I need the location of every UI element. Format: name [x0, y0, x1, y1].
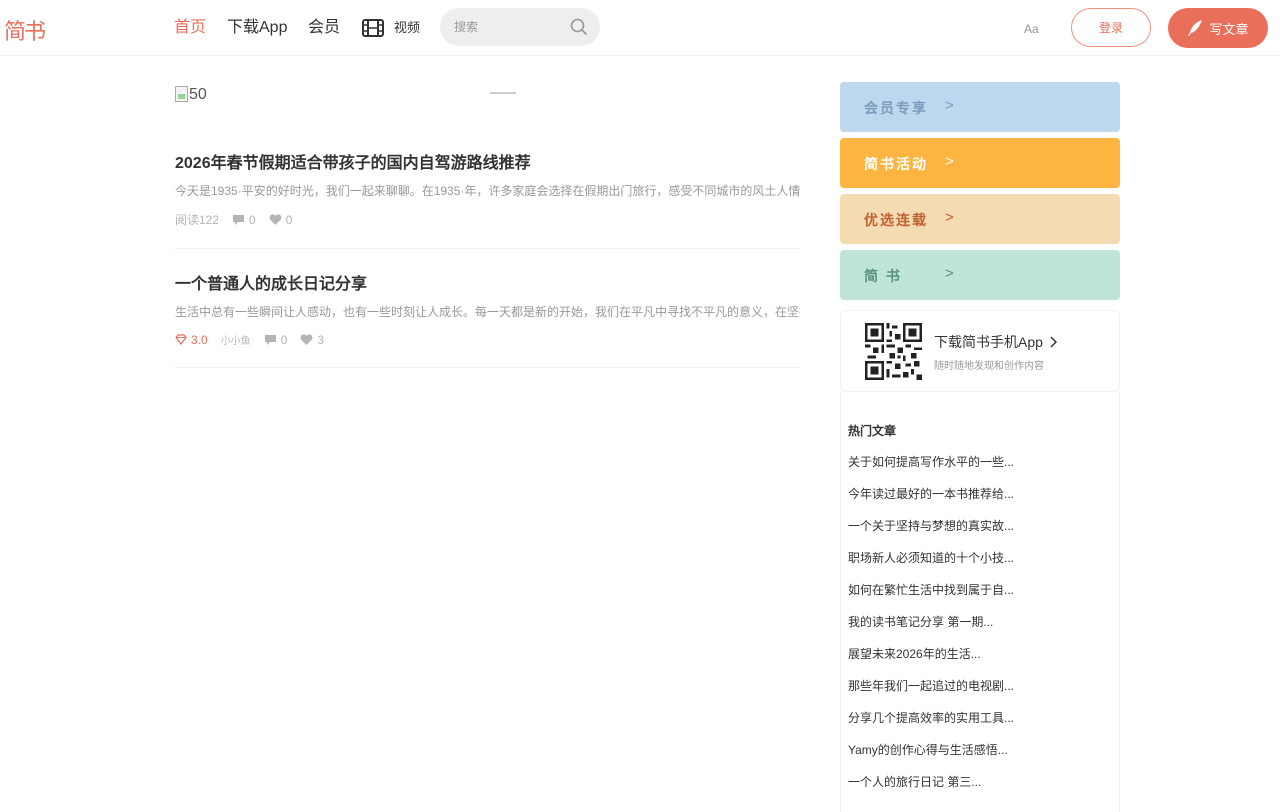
banner-image[interactable]: 50 [175, 86, 207, 104]
hot-article-item[interactable]: 分享几个提高效率的实用工具... [848, 710, 1112, 742]
sidebar-board-link[interactable]: 会员专享 > [840, 82, 1120, 132]
download-app-card[interactable]: 下载简书手机App 随时随地发现和创作内容 [840, 310, 1120, 392]
sidebar-board-link[interactable]: 简书活动 > [840, 138, 1120, 188]
hot-articles-title: 热门文章 [848, 424, 897, 438]
article-title[interactable]: 一个普通人的成长日记分享 [175, 275, 800, 295]
comment-count-value: 0 [280, 332, 288, 347]
broken-image-icon [175, 86, 188, 102]
nav-video[interactable]: 视频 [362, 18, 420, 38]
search-icon[interactable] [570, 18, 588, 36]
hot-article-item[interactable]: 一个关于坚持与梦想的真实故... [848, 518, 1112, 550]
sidebar-board-link[interactable]: 简 书 > [840, 250, 1120, 300]
comment-count[interactable]: 0 [232, 213, 256, 227]
film-icon [362, 19, 384, 37]
board-label: 简书活动 [864, 156, 928, 172]
chevron-right-icon [1050, 336, 1057, 348]
carousel-indicator[interactable] [490, 92, 516, 94]
hot-article-item[interactable]: 关于如何提高写作水平的一些... [848, 454, 1112, 486]
board-arrow-icon: > [945, 265, 954, 282]
write-article-label: 写文章 [1209, 21, 1249, 37]
board-label: 优选连载 [864, 212, 928, 228]
article-feed: 50 2026年春节假期适合带孩子的国内自驾游路线推荐 今天是1935·平安的好… [175, 82, 800, 368]
like-count: 3 [300, 333, 324, 347]
comment-count[interactable]: 0 [264, 332, 288, 347]
banner: 50 [175, 82, 800, 144]
top-navbar: 简书 首页 下载App 会员 视频 Aa 登录 写文章 [0, 0, 1280, 56]
hot-article-item[interactable]: 职场新人必须知道的十个小技... [848, 550, 1112, 582]
font-toggle[interactable]: Aa [1024, 22, 1039, 36]
nav-member[interactable]: 会员 [308, 18, 340, 38]
heart-icon [300, 333, 313, 345]
article-abstract: 生活中总有一些瞬间让人感动，也有一些时刻让人成长。每一天都是新的开始，我们在平凡… [175, 305, 800, 319]
app-download-title: 下载简书手机App [934, 332, 1057, 352]
hot-article-item[interactable]: 如何在繁忙生活中找到属于自... [848, 582, 1112, 614]
hot-article-item[interactable]: Yamy的创作心得与生活感悟... [848, 742, 1112, 774]
hot-articles: 热门文章 关于如何提高写作水平的一些... 今年读过最好的一本书推荐给... 一个关… [840, 392, 1120, 812]
nav-video-label: 视频 [394, 20, 421, 35]
sidebar-board-link[interactable]: 优选连载 > [840, 194, 1120, 244]
nav-home[interactable]: 首页 [174, 18, 206, 38]
login-button[interactable]: 登录 [1071, 8, 1151, 47]
app-title-text: 下载简书手机App [934, 334, 1043, 350]
board-label: 会员专享 [864, 100, 928, 116]
article-meta: 阅读122 0 0 [175, 211, 800, 228]
nav-download-app[interactable]: 下载App [227, 18, 287, 38]
board-label: 简 书 [864, 268, 902, 284]
comment-icon [233, 214, 245, 225]
like-count: 0 [269, 212, 293, 227]
diamond-count: 3.0 [175, 333, 208, 347]
comment-icon [264, 334, 276, 345]
sidebar: 会员专享 > 简书活动 > 优选连载 > 简 书 > 下载简书手机App 随时随… [840, 82, 1120, 812]
hot-article-item[interactable]: 我的读书笔记分享 第一期... [848, 614, 1112, 646]
banner-image-alt: 50 [189, 86, 207, 103]
like-count-value: 0 [285, 212, 293, 227]
hot-article-item[interactable]: 一个人的旅行日记 第三... [848, 774, 1112, 806]
hot-article-item[interactable]: 今年读过最好的一本书推荐给... [848, 486, 1112, 518]
heart-icon [269, 213, 282, 225]
write-article-button[interactable]: 写文章 [1168, 8, 1268, 48]
diamond-icon [175, 334, 187, 345]
view-count: 阅读122 [175, 213, 220, 227]
article-meta: 3.0 小小鱼 0 3 [175, 332, 800, 347]
app-download-subtitle: 随时随地发现和创作内容 [934, 361, 1044, 372]
list-item: 一个普通人的成长日记分享 生活中总有一些瞬间让人感动，也有一些时刻让人成长。每一… [175, 249, 800, 368]
comment-count-value: 0 [249, 212, 256, 227]
board-arrow-icon: > [945, 209, 954, 226]
diamond-value: 3.0 [191, 332, 208, 347]
hot-article-item[interactable]: 展望未来2026年的生活... [848, 646, 1112, 678]
hot-article-item[interactable]: 那些年我们一起追过的电视剧... [848, 678, 1112, 710]
list-item: 2026年春节假期适合带孩子的国内自驾游路线推荐 今天是1935·平安的好时光，… [175, 144, 800, 249]
article-abstract: 今天是1935·平安的好时光，我们一起来聊聊。在1935·年，许多家庭会选择在假… [175, 184, 800, 198]
board-arrow-icon: > [945, 97, 954, 114]
author-name[interactable]: 小小鱼 [221, 332, 251, 347]
feather-pen-icon [1188, 20, 1203, 36]
board-arrow-icon: > [945, 153, 954, 170]
article-title[interactable]: 2026年春节假期适合带孩子的国内自驾游路线推荐 [175, 154, 800, 174]
site-logo[interactable]: 简书 [4, 14, 46, 46]
like-count-value: 3 [317, 332, 325, 347]
search-input[interactable] [454, 17, 564, 37]
qr-code-icon [865, 323, 922, 380]
